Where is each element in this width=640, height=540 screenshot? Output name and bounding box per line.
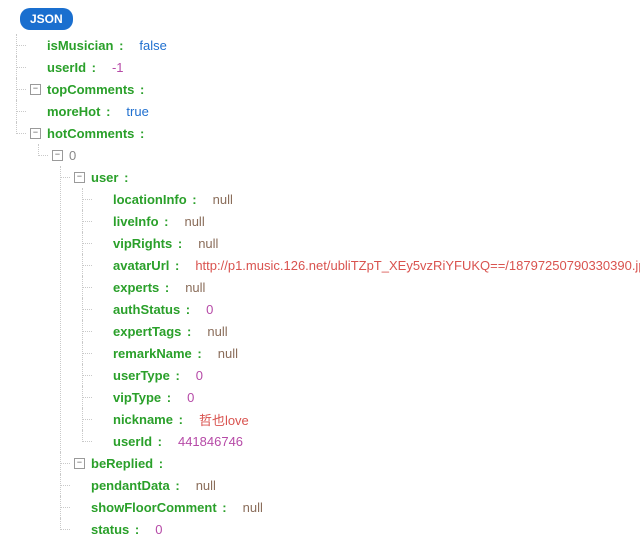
- tree-value: true: [126, 104, 148, 119]
- tree-value: -1: [112, 60, 124, 75]
- tree-node: vipRights : null: [74, 232, 640, 254]
- tree-key: userId :: [113, 434, 162, 449]
- json-tree: isMusician :falseuserId :-1−topComments …: [8, 34, 640, 540]
- tree-key: showFloorComment :: [91, 500, 227, 515]
- tree-node: −0−user :locationInfo :nullliveInfo :nul…: [30, 144, 640, 540]
- tree-value: null: [213, 192, 233, 207]
- tree-key: nickname :: [113, 412, 183, 427]
- tree-key: remarkName :: [113, 346, 202, 361]
- tree-key: pendantData :: [91, 478, 180, 493]
- tree-key: liveInfo :: [113, 214, 168, 229]
- tree-value: null: [207, 324, 227, 339]
- tree-row: locationInfo : null: [96, 188, 640, 210]
- tree-row: userId : -1: [30, 56, 640, 78]
- tree-row: −user :: [74, 166, 640, 188]
- tree-node: userId : 441846746: [74, 430, 640, 452]
- tree-row: userId : 441846746: [96, 430, 640, 452]
- tree-row: −hotComments :: [30, 122, 640, 144]
- tree-key: expertTags :: [113, 324, 191, 339]
- collapse-icon[interactable]: −: [30, 128, 41, 139]
- tree-node: moreHot : true: [8, 100, 640, 122]
- tree-node: −beReplied :: [52, 452, 640, 474]
- tree-value: false: [139, 38, 166, 53]
- tree-value: 0: [206, 302, 213, 317]
- tree-key: experts :: [113, 280, 169, 295]
- tree-key: vipRights :: [113, 236, 182, 251]
- tree-row: authStatus : 0: [96, 298, 640, 320]
- tree-node: −hotComments :−0−user :locationInfo :nul…: [8, 122, 640, 540]
- tree-node: remarkName : null: [74, 342, 640, 364]
- tree-value: 0: [196, 368, 203, 383]
- tree-row: status : 0: [74, 518, 640, 540]
- tree-key: moreHot :: [47, 104, 110, 119]
- tree-key: authStatus :: [113, 302, 190, 317]
- tree-row: −0: [52, 144, 640, 166]
- tree-value: null: [196, 478, 216, 493]
- json-root: JSON: [8, 8, 640, 30]
- tree-node: userType : 0: [74, 364, 640, 386]
- tree-value: http://p1.music.126.net/ubliTZpT_XEy5vzR…: [195, 258, 640, 273]
- tree-node: status : 0: [52, 518, 640, 540]
- tree-node: avatarUrl : http://p1.music.126.net/ubliT…: [74, 254, 640, 276]
- tree-key: isMusician :: [47, 38, 123, 53]
- tree-row: pendantData : null: [74, 474, 640, 496]
- tree-value: 0: [187, 390, 194, 405]
- tree-node: liveInfo : null: [74, 210, 640, 232]
- tree-key: user :: [91, 170, 128, 185]
- tree-row: −topComments :: [30, 78, 640, 100]
- tree-node: showFloorComment : null: [52, 496, 640, 518]
- tree-key: hotComments :: [47, 126, 144, 141]
- tree-value: 441846746: [178, 434, 243, 449]
- tree-row: liveInfo : null: [96, 210, 640, 232]
- tree-node: userId : -1: [8, 56, 640, 78]
- tree-key: locationInfo :: [113, 192, 197, 207]
- tree-node: expertTags : null: [74, 320, 640, 342]
- json-badge: JSON: [20, 8, 73, 30]
- tree-value: null: [218, 346, 238, 361]
- tree-index: 0: [69, 148, 76, 163]
- tree-value: null: [184, 214, 204, 229]
- tree-key: beReplied :: [91, 456, 163, 471]
- tree-key: userType :: [113, 368, 180, 383]
- tree-node: vipType : 0: [74, 386, 640, 408]
- tree-node: experts : null: [74, 276, 640, 298]
- tree-value: null: [198, 236, 218, 251]
- tree-node: −topComments :: [8, 78, 640, 100]
- tree-node: authStatus : 0: [74, 298, 640, 320]
- tree-row: userType : 0: [96, 364, 640, 386]
- tree-row: showFloorComment : null: [74, 496, 640, 518]
- tree-key: avatarUrl :: [113, 258, 179, 273]
- tree-row: isMusician : false: [30, 34, 640, 56]
- tree-value: 哲也love: [199, 410, 249, 429]
- tree-key: userId :: [47, 60, 96, 75]
- tree-node: −user :locationInfo :nullliveInfo :nullv…: [52, 166, 640, 452]
- tree-value: 0: [155, 522, 162, 537]
- tree-node: isMusician : false: [8, 34, 640, 56]
- collapse-icon[interactable]: −: [74, 172, 85, 183]
- tree-key: topComments :: [47, 82, 144, 97]
- tree-node: nickname : 哲也love: [74, 408, 640, 430]
- tree-value: null: [185, 280, 205, 295]
- collapse-icon[interactable]: −: [30, 84, 41, 95]
- tree-row: nickname : 哲也love: [96, 408, 640, 430]
- collapse-icon[interactable]: −: [74, 458, 85, 469]
- collapse-icon[interactable]: −: [52, 150, 63, 161]
- tree-row: expertTags : null: [96, 320, 640, 342]
- tree-row: experts : null: [96, 276, 640, 298]
- tree-node: pendantData : null: [52, 474, 640, 496]
- tree-row: −beReplied :: [74, 452, 640, 474]
- tree-key: status :: [91, 522, 139, 537]
- tree-value: null: [243, 500, 263, 515]
- tree-row: moreHot : true: [30, 100, 640, 122]
- tree-row: avatarUrl : http://p1.music.126.net/ubliT…: [96, 254, 640, 276]
- tree-key: vipType :: [113, 390, 171, 405]
- tree-row: remarkName : null: [96, 342, 640, 364]
- tree-node: locationInfo : null: [74, 188, 640, 210]
- tree-row: vipRights : null: [96, 232, 640, 254]
- tree-row: vipType : 0: [96, 386, 640, 408]
